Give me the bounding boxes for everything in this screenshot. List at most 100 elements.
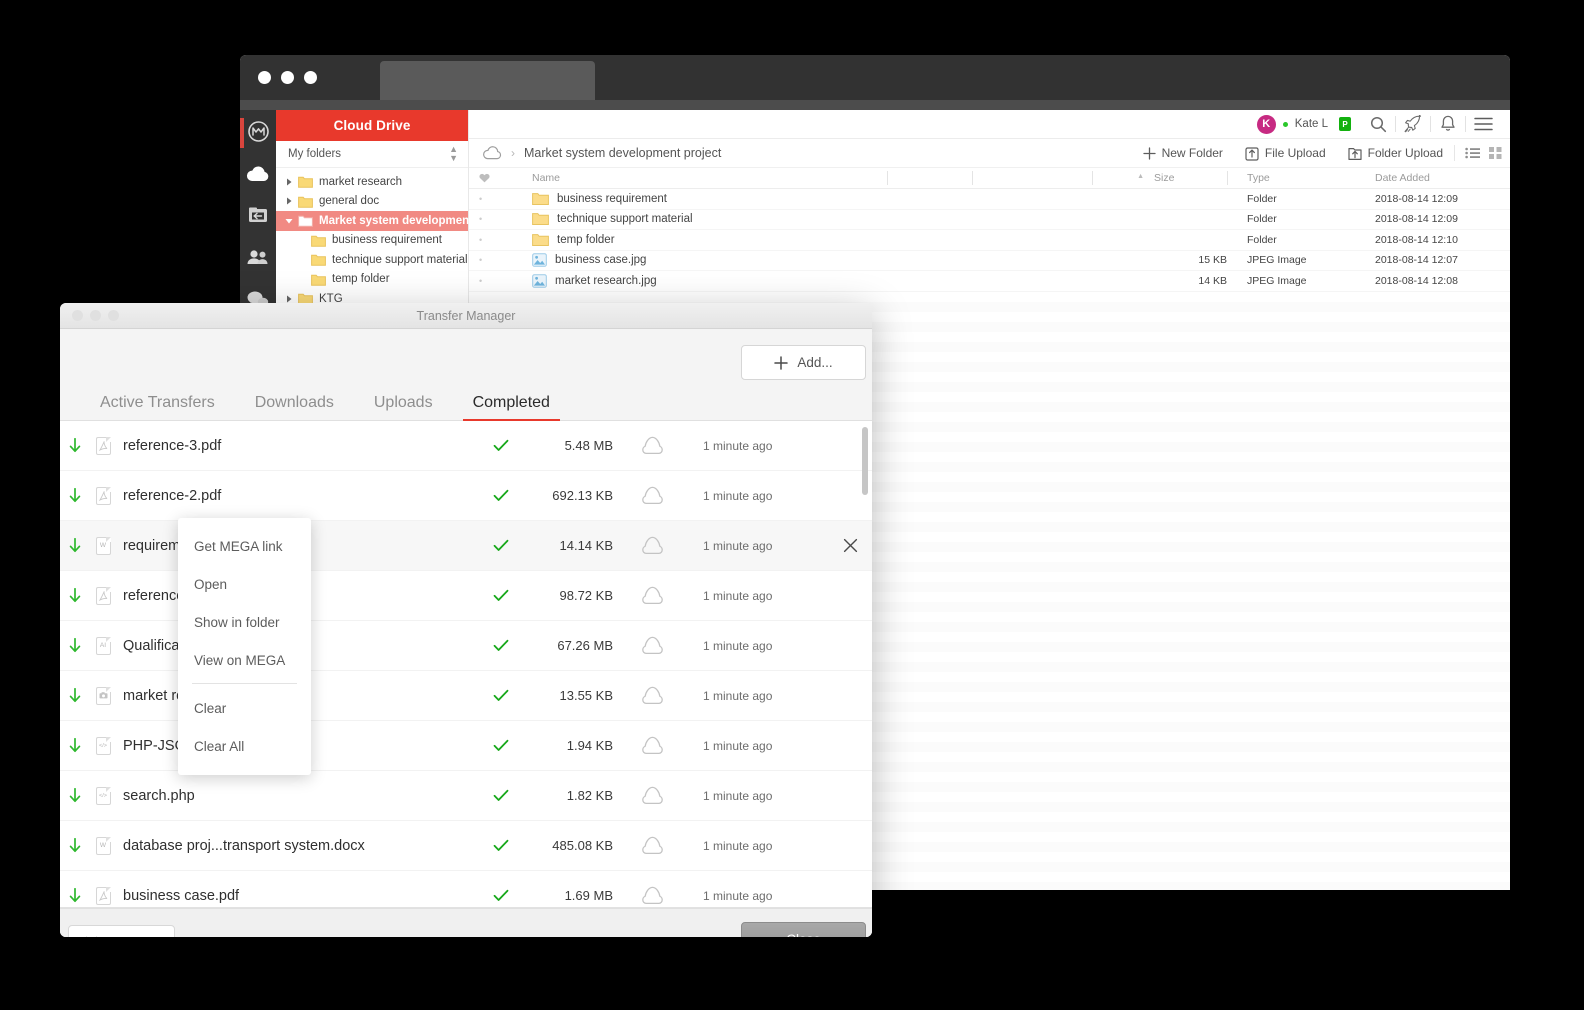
file-name: business case.jpg — [555, 254, 646, 266]
favourite-column-header[interactable] — [469, 173, 527, 183]
browser-close-button[interactable] — [258, 71, 271, 84]
browser-maximize-button[interactable] — [304, 71, 317, 84]
new-folder-label: New Folder — [1162, 146, 1223, 160]
cloud-icon — [613, 636, 691, 655]
download-arrow-icon — [60, 788, 90, 803]
tab-active-transfers[interactable]: Active Transfers — [80, 394, 235, 420]
new-folder-button[interactable]: New Folder — [1132, 139, 1234, 167]
cloud-icon — [613, 736, 691, 755]
download-arrow-icon — [60, 738, 90, 753]
transfer-row[interactable]: Wdatabase proj...transport system.docx48… — [60, 821, 872, 871]
column-header-name[interactable]: Name ▲ — [527, 172, 1154, 184]
browser-traffic-lights[interactable] — [258, 71, 317, 84]
context-menu-item-open[interactable]: Open — [178, 565, 311, 603]
context-menu-item-show-in-folder[interactable]: Show in folder — [178, 603, 311, 641]
browser-tab[interactable] — [380, 61, 595, 100]
bell-icon[interactable] — [1431, 110, 1465, 138]
breadcrumb-path[interactable]: Market system development project — [524, 146, 721, 160]
transfer-row[interactable]: </>search.php1.82 KB1 minute ago — [60, 771, 872, 821]
column-header-name-label: Name — [532, 172, 560, 184]
file-upload-button[interactable]: File Upload — [1234, 139, 1337, 167]
transfer-row[interactable]: reference-3.pdf5.48 MB1 minute ago — [60, 421, 872, 471]
tree-item[interactable]: business requirement — [276, 231, 468, 251]
transfer-size: 5.48 MB — [527, 438, 613, 453]
tree-item[interactable]: general doc — [276, 192, 468, 212]
tree-item[interactable]: market research — [276, 172, 468, 192]
context-menu-item-clear-all[interactable]: Clear All — [178, 727, 311, 765]
file-name: temp folder — [557, 234, 615, 246]
table-row[interactable]: •market research.jpg14 KBJPEG Image2018-… — [469, 271, 1510, 292]
table-row[interactable]: •business requirementFolder2018-08-14 12… — [469, 189, 1510, 210]
tab-uploads[interactable]: Uploads — [354, 394, 453, 420]
row-marker[interactable]: • — [469, 276, 527, 286]
transfer-time: 1 minute ago — [691, 739, 828, 753]
grid-view-icon[interactable] — [1489, 147, 1502, 159]
cloud-icon — [613, 436, 691, 455]
context-menu-item-view-on-mega[interactable]: View on MEGA — [178, 641, 311, 679]
context-menu-item-label: Get MEGA link — [194, 539, 283, 554]
tree-item[interactable]: technique support material — [276, 250, 468, 270]
sort-toggle-icon[interactable]: ▲▼ — [449, 145, 458, 163]
tab-completed[interactable]: Completed — [453, 394, 570, 420]
transfer-size: 67.26 MB — [527, 638, 613, 653]
transfer-remove-button[interactable] — [828, 538, 872, 553]
transfer-size: 13.55 KB — [527, 688, 613, 703]
transfer-file-name: reference-3.pdf — [116, 438, 475, 454]
column-header-date[interactable]: Date Added — [1367, 172, 1510, 184]
table-row[interactable]: •temp folderFolder2018-08-14 12:10 — [469, 230, 1510, 251]
row-marker[interactable]: • — [469, 235, 527, 245]
transfer-time: 1 minute ago — [691, 789, 828, 803]
tm-minimize-button[interactable] — [90, 310, 101, 321]
chevron-down-icon[interactable] — [282, 217, 295, 225]
hamburger-icon[interactable] — [1466, 110, 1500, 138]
cloud-icon[interactable] — [483, 146, 502, 160]
chevron-right-icon[interactable] — [282, 197, 295, 205]
online-status-dot — [1283, 122, 1288, 127]
row-marker[interactable]: • — [469, 194, 527, 204]
table-row[interactable]: •business case.jpg15 KBJPEG Image2018-08… — [469, 251, 1510, 272]
cloud-icon[interactable] — [245, 160, 271, 186]
list-view-icon[interactable] — [1465, 147, 1480, 159]
browser-minimize-button[interactable] — [281, 71, 294, 84]
folder-upload-button[interactable]: Folder Upload — [1337, 139, 1454, 167]
row-marker[interactable]: • — [469, 214, 527, 224]
transfer-complete-check-icon — [475, 789, 527, 802]
table-row[interactable]: •technique support materialFolder2018-08… — [469, 210, 1510, 231]
inbox-icon[interactable] — [245, 202, 271, 228]
chevron-right-icon[interactable] — [282, 295, 295, 303]
row-marker[interactable]: • — [469, 255, 527, 265]
tm-close-button[interactable] — [72, 310, 83, 321]
avatar[interactable]: K — [1257, 115, 1276, 134]
tree-item[interactable]: temp folder — [276, 270, 468, 290]
context-menu-item-get-mega-link[interactable]: Get MEGA link — [178, 527, 311, 565]
mega-logo-icon[interactable] — [245, 118, 271, 144]
tab-downloads[interactable]: Downloads — [235, 394, 354, 420]
transfer-manager-traffic-lights[interactable] — [72, 310, 119, 321]
transfer-row[interactable]: business case.pdf1.69 MB1 minute ago — [60, 871, 872, 908]
add-transfer-button[interactable]: Add... — [741, 345, 866, 380]
transfer-list-scrollbar[interactable] — [862, 427, 868, 495]
tree-item-label: temp folder — [332, 273, 390, 285]
context-menu-item-clear[interactable]: Clear — [178, 689, 311, 727]
search-icon[interactable] — [1361, 110, 1395, 138]
tm-maximize-button[interactable] — [108, 310, 119, 321]
chevron-right-icon[interactable] — [282, 178, 295, 186]
mega-topbar: K Kate L P — [469, 110, 1510, 139]
rocket-icon[interactable] — [1396, 110, 1430, 138]
cloud-icon — [613, 586, 691, 605]
contacts-icon[interactable] — [245, 244, 271, 270]
folder-tree: market researchgeneral docMarket system … — [276, 168, 468, 309]
tree-item[interactable]: Market system development pr... — [276, 211, 468, 231]
file-name: business requirement — [557, 193, 667, 205]
column-divider-1 — [887, 171, 888, 185]
my-folders-row[interactable]: My folders ▲▼ — [276, 141, 468, 168]
user-account-area[interactable]: K Kate L P — [1257, 115, 1361, 134]
download-arrow-icon — [60, 688, 90, 703]
folder-icon — [532, 212, 549, 226]
clear-all-button[interactable]: Clear all — [68, 925, 175, 937]
column-header-type[interactable]: Type — [1239, 172, 1367, 184]
transfer-row[interactable]: reference-2.pdf692.13 KB1 minute ago — [60, 471, 872, 521]
word-file-icon: W — [96, 837, 111, 855]
close-button[interactable]: Close — [741, 922, 866, 937]
context-menu-item-label: View on MEGA — [194, 653, 285, 668]
